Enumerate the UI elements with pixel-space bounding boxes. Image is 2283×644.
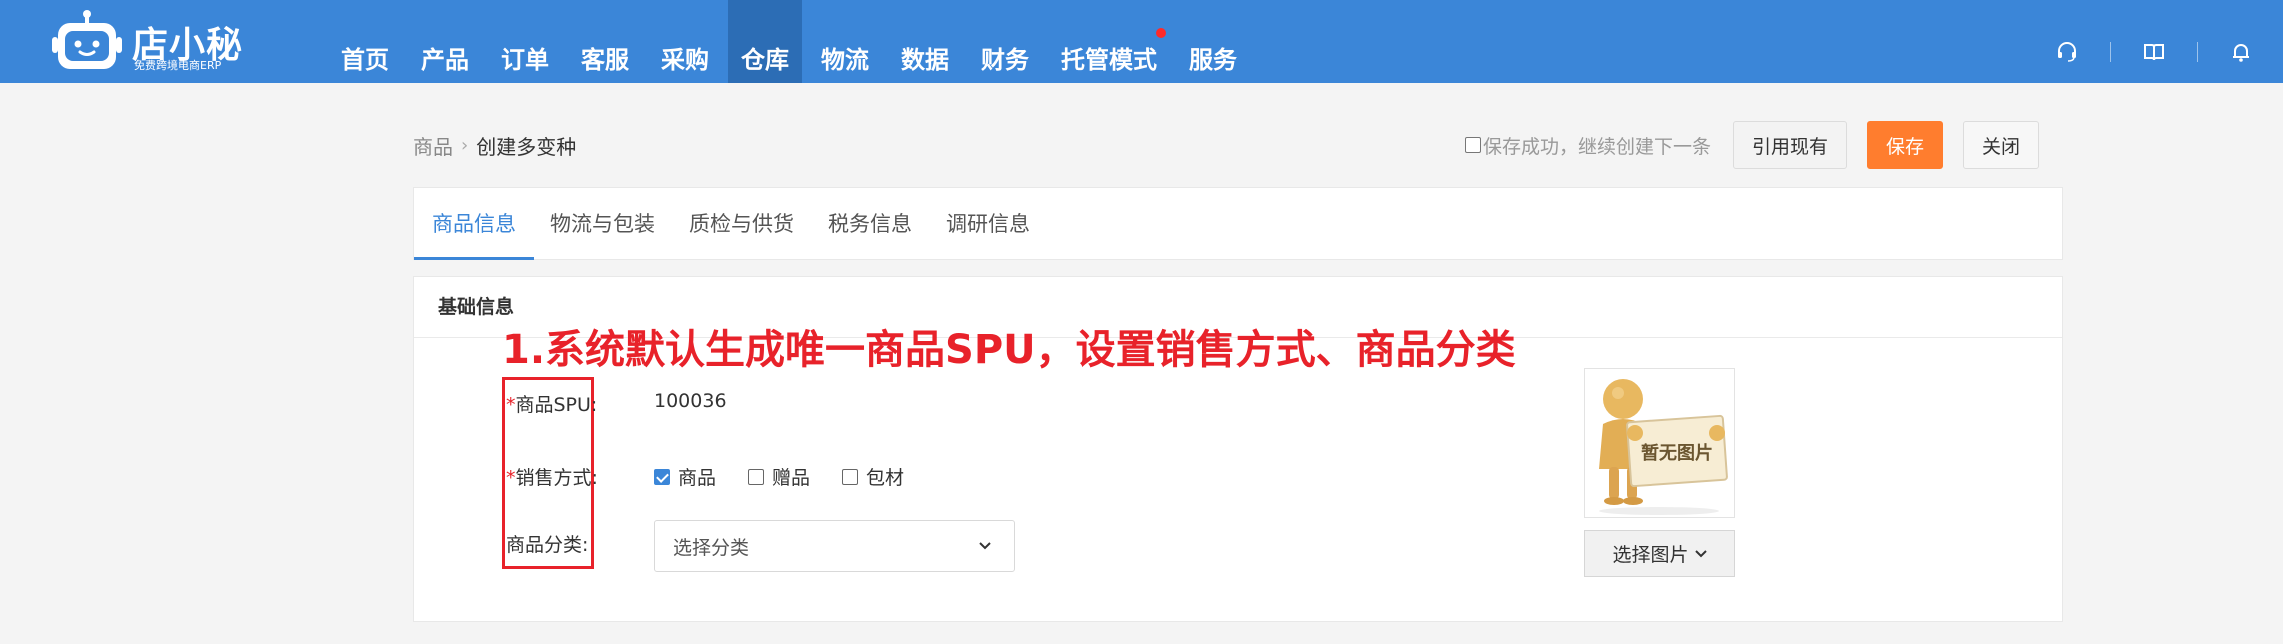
basic-info-panel: 基础信息 1.系统默认生成唯一商品SPU，设置销售方式、商品分类 *商品SPU:… — [413, 276, 2063, 622]
quote-existing-button[interactable]: 引用现有 — [1733, 121, 1848, 169]
logo-subtitle: 免费跨境电商ERP — [134, 59, 222, 72]
spu-value: 100036 — [654, 390, 727, 412]
nav-item-warehouse[interactable]: 仓库 — [728, 0, 802, 83]
robot-logo-icon — [52, 10, 122, 69]
tab-logistics-packaging[interactable]: 物流与包装 — [532, 188, 673, 260]
header-actions: 保存成功，继续创建下一条 引用现有 保存 关闭 — [1465, 121, 2040, 169]
tab-bar: 商品信息 物流与包装 质检与供货 税务信息 调研信息 — [413, 187, 2063, 260]
nav-item-finance[interactable]: 财务 — [968, 0, 1042, 83]
top-nav-bar: 店小秘 免费跨境电商ERP 首页 产品 订单 客服 采购 仓库 物流 数据 财务… — [0, 0, 2283, 83]
nav-item-orders[interactable]: 订单 — [488, 0, 562, 83]
checkbox[interactable] — [842, 468, 859, 485]
product-image-placeholder: 暂无图片 — [1584, 368, 1735, 518]
no-image-illustration: 暂无图片 — [1599, 379, 1728, 515]
required-mark: * — [506, 394, 516, 416]
spu-label: *商品SPU: — [506, 394, 598, 416]
chevron-down-icon — [1694, 549, 1707, 557]
book-icon[interactable] — [2142, 40, 2166, 64]
close-button[interactable]: 关闭 — [1963, 121, 2040, 169]
nav-item-logistics[interactable]: 物流 — [808, 0, 882, 83]
breadcrumb-current: 创建多变种 — [476, 135, 577, 159]
tab-product-info[interactable]: 商品信息 — [414, 188, 534, 260]
nav-item-products[interactable]: 产品 — [408, 0, 482, 83]
checkbox[interactable] — [1465, 137, 1481, 153]
nav-item-home[interactable]: 首页 — [328, 0, 402, 83]
select-image-button[interactable]: 选择图片 — [1584, 530, 1735, 577]
main-nav: 首页 产品 订单 客服 采购 仓库 物流 数据 财务 托管模式 服务 — [328, 0, 1256, 83]
top-right-icons — [2055, 40, 2253, 64]
tutorial-annotation: 1.系统默认生成唯一商品SPU，设置销售方式、商品分类 — [502, 327, 1516, 373]
sale-option-product[interactable]: 商品 — [654, 463, 716, 490]
tab-research-info[interactable]: 调研信息 — [928, 188, 1048, 260]
nav-item-hosting-mode[interactable]: 托管模式 — [1048, 0, 1170, 83]
continue-create-checkbox[interactable]: 保存成功，继续创建下一条 — [1465, 132, 1711, 159]
sale-option-gift[interactable]: 赠品 — [748, 463, 810, 490]
category-placeholder: 选择分类 — [673, 536, 750, 559]
checkbox[interactable] — [748, 468, 765, 485]
sale-type-options: 商品 赠品 包材 — [654, 463, 936, 490]
select-image-label: 选择图片 — [1612, 544, 1689, 566]
breadcrumb: 商品 › 创建多变种 — [413, 131, 576, 160]
tab-tax-info[interactable]: 税务信息 — [810, 188, 930, 260]
required-mark: * — [506, 467, 516, 489]
nav-item-purchasing[interactable]: 采购 — [648, 0, 722, 83]
chevron-right-icon: › — [461, 135, 469, 156]
divider — [2110, 42, 2111, 62]
breadcrumb-parent[interactable]: 商品 — [413, 131, 453, 160]
category-label: 商品分类: — [506, 534, 589, 556]
checkbox[interactable] — [654, 468, 670, 485]
notification-dot — [1156, 28, 1166, 38]
nav-item-data[interactable]: 数据 — [888, 0, 962, 83]
nav-item-services[interactable]: 服务 — [1176, 0, 1250, 83]
category-select[interactable]: 选择分类 — [654, 520, 1015, 572]
headset-icon[interactable] — [2055, 40, 2079, 64]
nav-item-customer-service[interactable]: 客服 — [568, 0, 642, 83]
sale-option-packaging[interactable]: 包材 — [842, 463, 904, 490]
sale-type-label: *销售方式: — [506, 467, 598, 489]
continue-create-label: 保存成功，继续创建下一条 — [1483, 135, 1712, 158]
chevron-down-icon — [979, 542, 991, 550]
logo[interactable]: 店小秘 免费跨境电商ERP — [52, 6, 242, 76]
svg-text:暂无图片: 暂无图片 — [1641, 442, 1713, 464]
bell-icon[interactable] — [2229, 40, 2253, 64]
divider — [2197, 42, 2198, 62]
tab-qc-supply[interactable]: 质检与供货 — [671, 188, 812, 260]
save-button[interactable]: 保存 — [1867, 121, 1944, 169]
